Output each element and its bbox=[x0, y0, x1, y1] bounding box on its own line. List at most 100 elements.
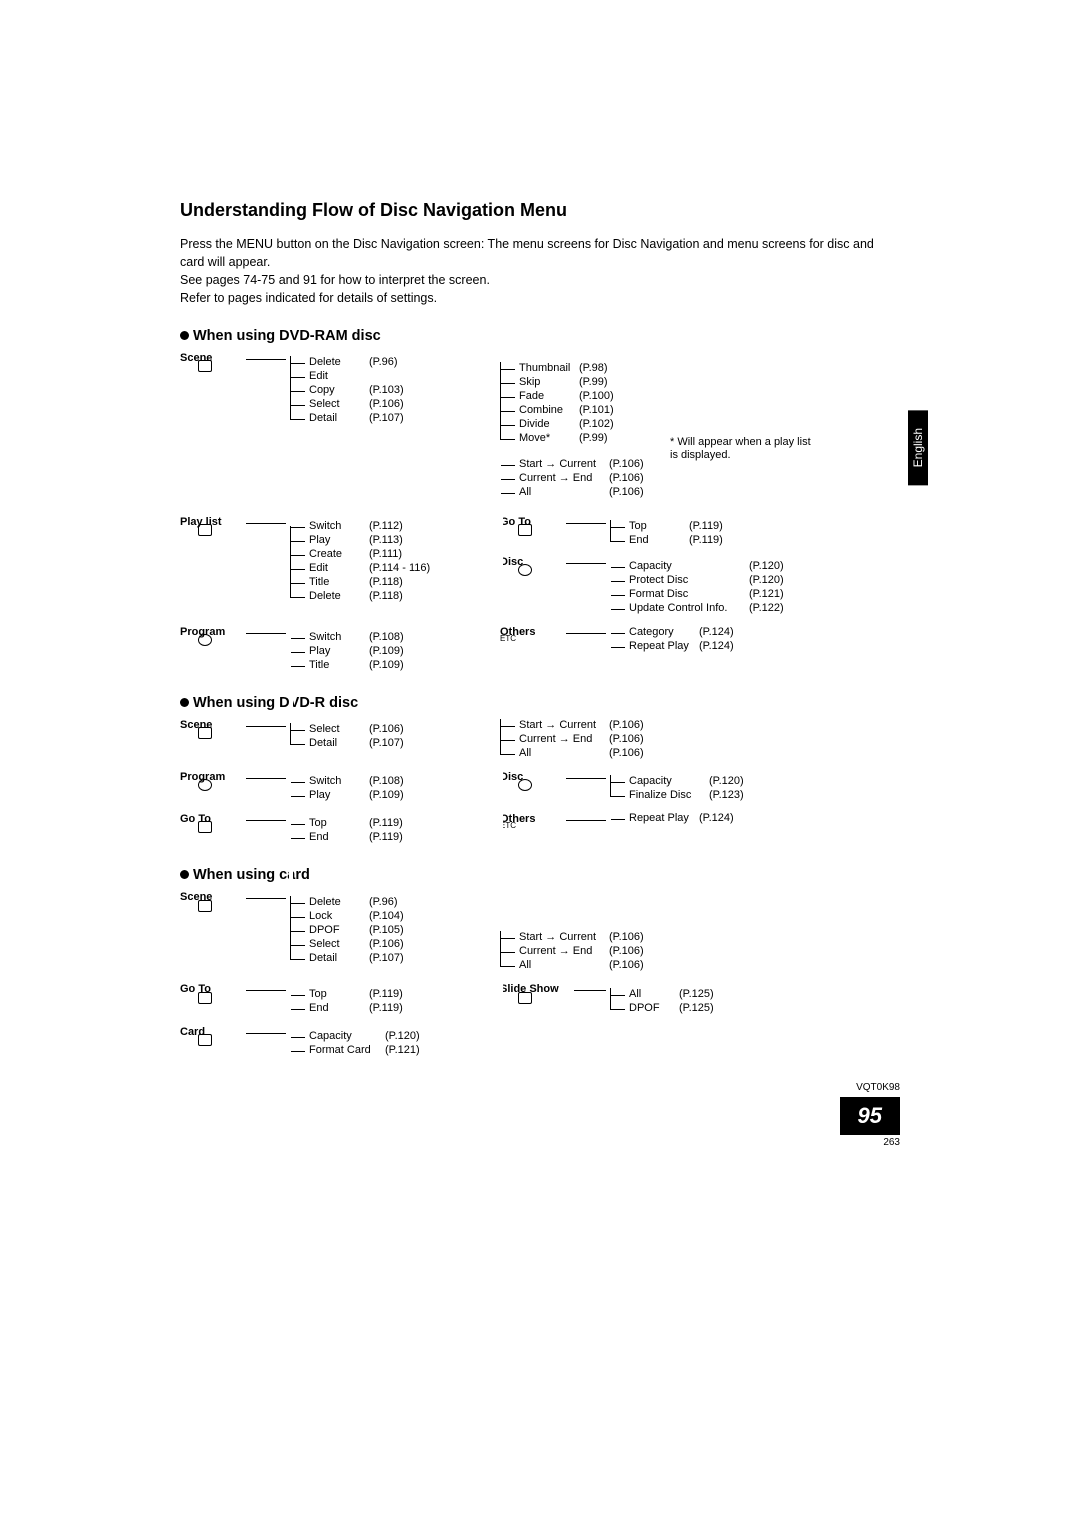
menu-item: Select bbox=[309, 938, 369, 951]
page-ref: (P.107) bbox=[369, 952, 404, 965]
page-ref: (P.96) bbox=[369, 896, 398, 909]
menu-item: Switch bbox=[309, 520, 369, 533]
menu-item: Switch bbox=[309, 775, 369, 788]
bullet-icon bbox=[180, 870, 189, 879]
section-dvd-r: When using DVD-R disc Scene Select(P.106… bbox=[180, 695, 900, 846]
page-ref: (P.106) bbox=[609, 959, 644, 972]
menu-item: End bbox=[309, 1002, 369, 1015]
menu-item: End bbox=[309, 831, 369, 844]
disc-icon bbox=[518, 564, 532, 576]
page-title: Understanding Flow of Disc Navigation Me… bbox=[180, 200, 900, 221]
menu-item: All bbox=[519, 959, 609, 972]
menu-item: Skip bbox=[519, 376, 579, 389]
menu-item: Top bbox=[629, 520, 689, 533]
menu-item: Format Card bbox=[309, 1044, 385, 1057]
menu-item: Capacity bbox=[309, 1030, 385, 1043]
menu-item: Combine bbox=[519, 404, 579, 417]
menu-item: DPOF bbox=[629, 1002, 679, 1015]
page-ref: (P.122) bbox=[749, 602, 784, 615]
menu-item: Delete bbox=[309, 896, 369, 909]
menu-item: Lock bbox=[309, 910, 369, 923]
page-ref: (P.124) bbox=[699, 812, 734, 825]
menu-item: Start → Current bbox=[519, 931, 609, 944]
menu-item: Repeat Play bbox=[629, 812, 699, 825]
scene-icon bbox=[198, 727, 212, 739]
page-ref: (P.119) bbox=[369, 1002, 403, 1015]
menu-item: Current → End bbox=[519, 945, 609, 958]
page-ref: (P.98) bbox=[579, 362, 608, 375]
menu-item: Edit bbox=[309, 562, 369, 575]
page-ref: (P.113) bbox=[369, 534, 403, 547]
menu-item: Start → Current bbox=[519, 719, 609, 732]
page-ref: (P.119) bbox=[689, 534, 723, 547]
page-ref: (P.103) bbox=[369, 384, 404, 397]
menu-item: Detail bbox=[309, 412, 369, 425]
page-ref: (P.106) bbox=[609, 931, 644, 944]
intro-line: See pages 74-75 and 91 for how to interp… bbox=[180, 271, 900, 289]
menu-item: Move* bbox=[519, 432, 579, 445]
page-ref: (P.106) bbox=[609, 719, 644, 732]
program-icon bbox=[198, 634, 212, 646]
page-ref: (P.104) bbox=[369, 910, 404, 923]
page-ref: (P.106) bbox=[369, 723, 404, 736]
section-card: When using card Scene Delete(P.96) Lock(… bbox=[180, 867, 900, 1058]
footnote: * Will appear when a play list is displa… bbox=[670, 436, 820, 462]
menu-item: Play bbox=[309, 645, 369, 658]
card-icon bbox=[198, 1034, 212, 1046]
page-ref: (P.119) bbox=[369, 817, 403, 830]
menu-item: Fade bbox=[519, 390, 579, 403]
menu-item: Select bbox=[309, 398, 369, 411]
menu-item: Play bbox=[309, 789, 369, 802]
menu-item: Top bbox=[309, 988, 369, 1001]
menu-item: Repeat Play bbox=[629, 640, 699, 653]
page-ref: (P.118) bbox=[369, 590, 403, 603]
bullet-icon bbox=[180, 331, 189, 340]
menu-item: Start → Current bbox=[519, 458, 609, 471]
menu-item: Current → End bbox=[519, 472, 609, 485]
page-ref: (P.109) bbox=[369, 645, 404, 658]
page-ref: (P.118) bbox=[369, 576, 403, 589]
page-ref: (P.123) bbox=[709, 789, 744, 802]
goto-icon bbox=[198, 992, 212, 1004]
bullet-icon bbox=[180, 698, 189, 707]
goto-icon bbox=[198, 821, 212, 833]
etc-label: ETC bbox=[500, 634, 518, 644]
page-ref: (P.99) bbox=[579, 432, 608, 445]
page-ref: (P.109) bbox=[369, 789, 404, 802]
page-ref: (P.120) bbox=[385, 1030, 420, 1043]
page-ref: (P.124) bbox=[699, 626, 734, 639]
page-ref: (P.119) bbox=[369, 988, 403, 1001]
menu-item: Copy bbox=[309, 384, 369, 397]
menu-item: Protect Disc bbox=[629, 574, 749, 587]
menu-item: Title bbox=[309, 576, 369, 589]
program-icon bbox=[198, 779, 212, 791]
page-ref: (P.107) bbox=[369, 412, 404, 425]
page-ref: (P.100) bbox=[579, 390, 614, 403]
menu-item: DPOF bbox=[309, 924, 369, 937]
page-ref: (P.102) bbox=[579, 418, 614, 431]
menu-item: Finalize Disc bbox=[629, 789, 709, 802]
page-ref: (P.120) bbox=[749, 574, 784, 587]
page-ref: (P.112) bbox=[369, 520, 403, 533]
menu-item: Delete bbox=[309, 590, 369, 603]
menu-item: All bbox=[629, 988, 679, 1001]
page-ref: (P.114 - 116) bbox=[369, 562, 430, 575]
page-ref: (P.124) bbox=[699, 640, 734, 653]
page-ref: (P.120) bbox=[749, 560, 784, 573]
doc-code: VQT0K98 bbox=[840, 1082, 900, 1093]
page-ref: (P.106) bbox=[609, 458, 644, 471]
page-number-block: VQT0K98 95 263 bbox=[840, 1082, 900, 1148]
page-ref: (P.121) bbox=[385, 1044, 420, 1057]
page-ref: (P.119) bbox=[369, 831, 403, 844]
page-ref: (P.108) bbox=[369, 775, 404, 788]
menu-item: Divide bbox=[519, 418, 579, 431]
menu-item: Delete bbox=[309, 356, 369, 369]
intro-text: Press the MENU button on the Disc Naviga… bbox=[180, 235, 900, 308]
page-ref: (P.108) bbox=[369, 631, 404, 644]
menu-item: Edit bbox=[309, 370, 369, 383]
page-ref: (P.105) bbox=[369, 924, 404, 937]
sub-heading: When using DVD-RAM disc bbox=[193, 328, 381, 344]
page-ref: (P.125) bbox=[679, 1002, 714, 1015]
menu-item: Format Disc bbox=[629, 588, 749, 601]
goto-icon bbox=[518, 524, 532, 536]
